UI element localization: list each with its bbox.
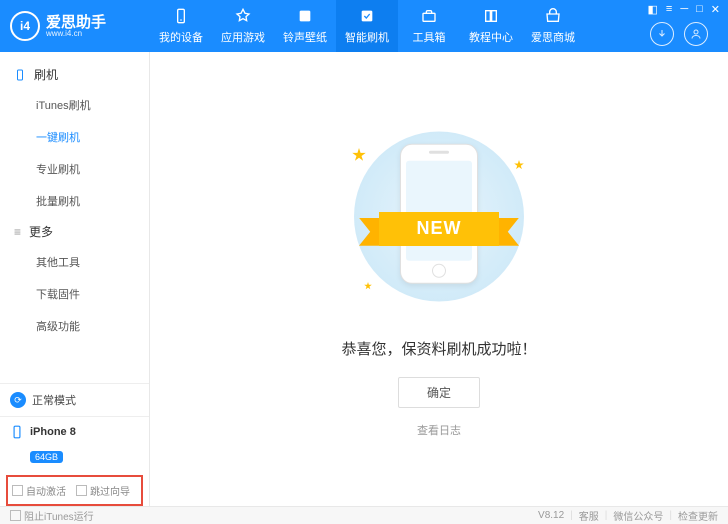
logo-area: i4 爱思助手 www.i4.cn bbox=[0, 11, 150, 41]
shop-icon bbox=[544, 7, 562, 25]
main-content: NEW 恭喜您，保资料刷机成功啦！ 确定 查看日志 bbox=[150, 52, 728, 506]
sidebar-section-more[interactable]: ≡ 更多 bbox=[0, 217, 149, 246]
support-link[interactable]: 客服 bbox=[579, 508, 599, 523]
success-illustration: NEW bbox=[324, 130, 554, 320]
checkbox-skip-guide[interactable]: 跳过向导 bbox=[76, 483, 130, 498]
wechat-link[interactable]: 微信公众号 bbox=[613, 508, 663, 523]
brand-url: www.i4.cn bbox=[46, 30, 106, 38]
phone-icon bbox=[172, 7, 190, 25]
sidebar-item-advanced[interactable]: 高级功能 bbox=[0, 310, 149, 342]
sidebar-item-download-fw[interactable]: 下载固件 bbox=[0, 278, 149, 310]
brand-name: 爱思助手 bbox=[46, 15, 106, 30]
tab-apps[interactable]: 应用游戏 bbox=[212, 0, 274, 52]
ok-button[interactable]: 确定 bbox=[398, 377, 480, 408]
download-icon[interactable] bbox=[650, 22, 674, 46]
status-mode[interactable]: ⟳ 正常模式 bbox=[0, 383, 149, 416]
storage-badge: 64GB bbox=[30, 451, 63, 463]
nav-tabs: 我的设备 应用游戏 铃声壁纸 智能刷机 工具箱 教程中心 爱思商城 bbox=[150, 0, 584, 52]
update-link[interactable]: 检查更新 bbox=[678, 508, 718, 523]
window-controls: ◧ ≡ ─ □ ✕ bbox=[648, 3, 721, 16]
tab-tutorials[interactable]: 教程中心 bbox=[460, 0, 522, 52]
sidebar-item-batch-flash[interactable]: 批量刷机 bbox=[0, 185, 149, 217]
logo-icon: i4 bbox=[10, 11, 40, 41]
title-bar: i4 爱思助手 www.i4.cn 我的设备 应用游戏 铃声壁纸 智能刷机 工具… bbox=[0, 0, 728, 52]
version-label: V8.12 bbox=[538, 510, 564, 521]
user-icon[interactable] bbox=[684, 22, 708, 46]
device-phone-icon bbox=[10, 425, 24, 439]
phone-outline-icon bbox=[14, 69, 26, 81]
shirt-icon[interactable]: ◧ bbox=[648, 3, 658, 16]
success-message: 恭喜您，保资料刷机成功啦！ bbox=[341, 338, 536, 359]
sidebar-section-flash[interactable]: 刷机 bbox=[0, 60, 149, 89]
tab-ringtones[interactable]: 铃声壁纸 bbox=[274, 0, 336, 52]
flash-icon bbox=[358, 7, 376, 25]
tab-flash[interactable]: 智能刷机 bbox=[336, 0, 398, 52]
list-icon: ≡ bbox=[14, 225, 21, 239]
minimize-icon[interactable]: ─ bbox=[680, 3, 688, 16]
sidebar-item-other-tools[interactable]: 其他工具 bbox=[0, 246, 149, 278]
sidebar-item-oneclick-flash[interactable]: 一键刷机 bbox=[0, 121, 149, 153]
sidebar-item-itunes-flash[interactable]: iTunes刷机 bbox=[0, 89, 149, 121]
tab-mall[interactable]: 爱思商城 bbox=[522, 0, 584, 52]
view-log-link[interactable]: 查看日志 bbox=[417, 422, 461, 438]
checkbox-auto-activate[interactable]: 自动激活 bbox=[12, 483, 66, 498]
tab-my-device[interactable]: 我的设备 bbox=[150, 0, 212, 52]
book-icon bbox=[482, 7, 500, 25]
media-icon bbox=[296, 7, 314, 25]
tab-toolbox[interactable]: 工具箱 bbox=[398, 0, 460, 52]
close-icon[interactable]: ✕ bbox=[711, 3, 720, 16]
maximize-icon[interactable]: □ bbox=[696, 3, 703, 16]
apps-icon bbox=[234, 7, 252, 25]
sidebar: 刷机 iTunes刷机 一键刷机 专业刷机 批量刷机 ≡ 更多 其他工具 下载固… bbox=[0, 52, 150, 506]
toolbox-icon bbox=[420, 7, 438, 25]
sidebar-item-pro-flash[interactable]: 专业刷机 bbox=[0, 153, 149, 185]
new-ribbon: NEW bbox=[379, 212, 499, 246]
menu-icon[interactable]: ≡ bbox=[666, 3, 672, 16]
status-bar: 阻止iTunes运行 V8.12| 客服| 微信公众号| 检查更新 bbox=[0, 506, 728, 524]
refresh-icon: ⟳ bbox=[10, 392, 26, 408]
device-info[interactable]: iPhone 8 64GB bbox=[0, 416, 149, 471]
bottom-options-highlighted: 自动激活 跳过向导 bbox=[6, 475, 143, 506]
checkbox-block-itunes[interactable]: 阻止iTunes运行 bbox=[10, 508, 94, 523]
